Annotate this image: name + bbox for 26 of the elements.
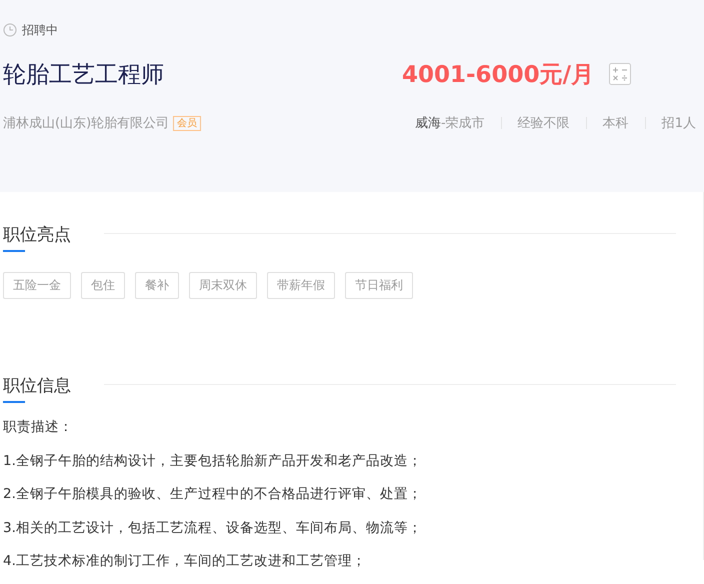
description-line: 职责描述：	[3, 418, 74, 437]
section-heading: 职位信息	[3, 374, 71, 398]
benefit-tag: 带薪年假	[267, 272, 335, 299]
company-name[interactable]: 浦林成山(山东)轮胎有限公司	[3, 114, 170, 132]
job-requirement: 经验不限	[518, 115, 570, 132]
heading-underline	[3, 400, 25, 402]
salary: 4001-6000元/月	[402, 60, 595, 90]
clock-icon	[3, 23, 17, 37]
benefit-tag: 包住	[81, 272, 125, 299]
location: 威海-荣成市	[415, 115, 485, 132]
member-badge: 会员	[173, 116, 202, 130]
benefit-tag: 周末双休	[189, 272, 257, 299]
job-title: 轮胎工艺工程师	[3, 60, 165, 90]
section-heading: 职位亮点	[3, 224, 71, 246]
calculator-icon[interactable]	[609, 63, 631, 85]
benefit-tag: 餐补	[135, 272, 179, 299]
benefit-tag: 五险一金	[3, 272, 71, 299]
status-label: 招聘中	[22, 22, 58, 38]
heading-underline	[3, 250, 25, 252]
description-line: 1.全钢子午胎的结构设计，主要包括轮胎新产品开发和老产品改造；	[3, 452, 423, 470]
description-line: 3.相关的工艺设计，包括工艺流程、设备选型、车间布局、物流等；	[3, 518, 423, 538]
description-line: 2.全钢子午胎模具的验收、生产过程中的不合格品进行评审、处置；	[3, 485, 423, 504]
job-requirement: 招1人	[662, 115, 696, 132]
description-line: 4.工艺技术标准的制订工作，车间的工艺改进和工艺管理；	[3, 552, 367, 571]
benefit-tag: 节日福利	[345, 272, 413, 299]
job-requirement: 本科	[602, 115, 629, 132]
